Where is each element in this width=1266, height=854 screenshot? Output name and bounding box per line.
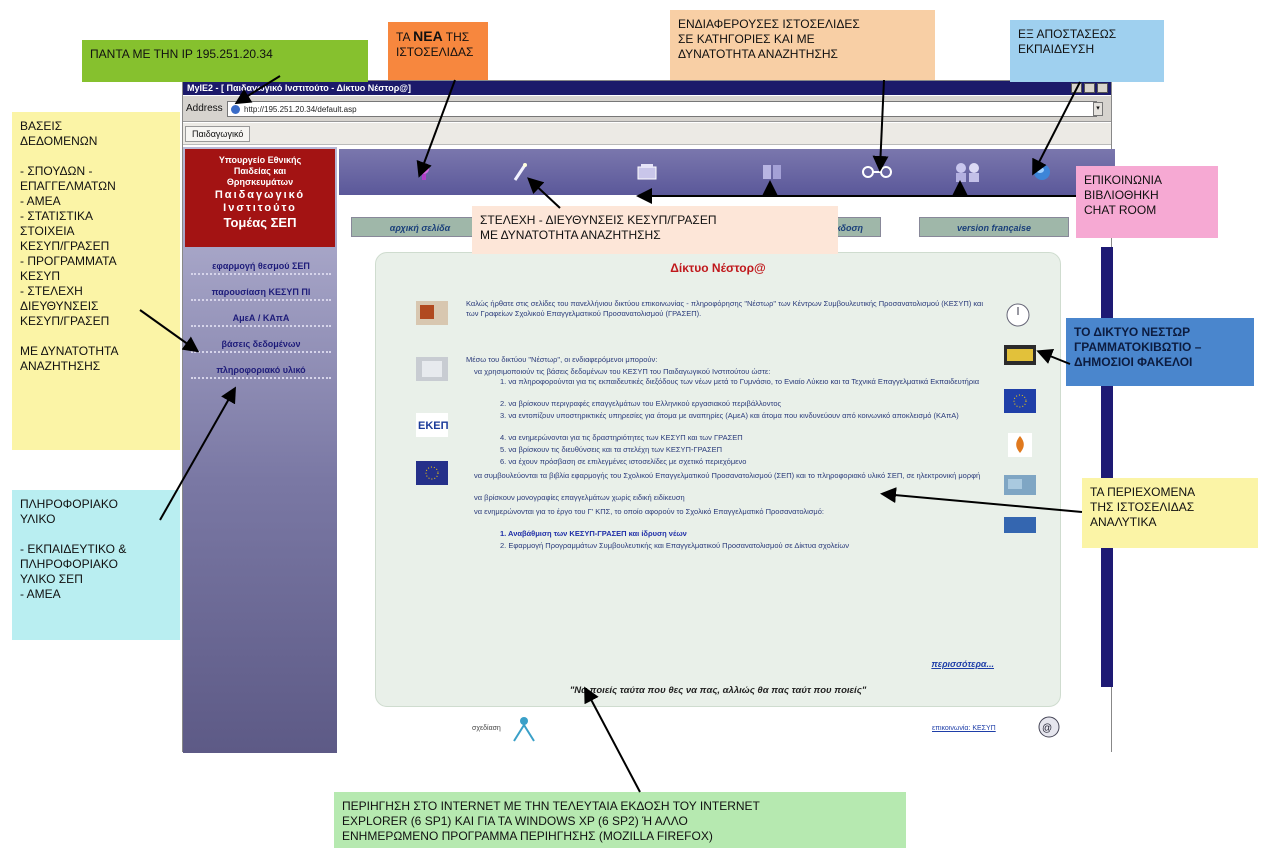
callout-ip: ΠΑΝΤΑ ΜΕ ΤΗΝ IP 195.251.20.34 xyxy=(82,40,368,82)
footer-design-label: σχεδίαση xyxy=(472,725,501,732)
intro-paragraph: Καλώς ήρθατε στις σελίδες του πανελλήνιο… xyxy=(466,299,984,318)
callout-contact: ΕΠΙΚΟΙΝΩΝΙΑ ΒΙΒΛΙΟΘΗΚΗ CHAT ROOM xyxy=(1076,166,1218,238)
window-title: MyIE2 - [ Παιδαγωγικό Ινστιτούτο - Δίκτυ… xyxy=(187,83,412,93)
book-icon[interactable] xyxy=(759,159,785,185)
window-titlebar: MyIE2 - [ Παιδαγωγικό Ινστιτούτο - Δίκτυ… xyxy=(183,81,1111,95)
browser-window: MyIE2 - [ Παιδαγωγικό Ινστιτούτο - Δίκτυ… xyxy=(182,80,1115,753)
callout-distance-text: ΕΞ ΑΠΟΣΤΑΣΕΩΣ ΕΚΠΑΙΔΕΥΣΗ xyxy=(1018,27,1117,56)
url-input[interactable]: http://195.251.20.34/default.asp xyxy=(227,101,1097,117)
top-icon-bar xyxy=(339,149,1115,195)
folder-icon[interactable] xyxy=(634,159,660,185)
callout-ip-text: ΠΑΝΤΑ ΜΕ ΤΗΝ IP 195.251.20.34 xyxy=(90,47,273,61)
close-button[interactable] xyxy=(1097,83,1108,93)
content-title: Δίκτυο Νέστορ@ xyxy=(670,261,766,275)
bullet-1-2: 2. να βρίσκουν περιγραφές επαγγελμάτων τ… xyxy=(500,399,782,408)
callout-staff-text: ΣΤΕΛΕΧΗ - ΔΙΕΥΘΥΝΣΕΙΣ ΚΕΣΥΠ/ΓΡΑΣΕΠ ΜΕ ΔΥ… xyxy=(480,213,717,242)
callout-sites: ΕΝΔΙΑΦΕΡΟΥΣΕΣ ΙΣΤΟΣΕΛΙΔΕΣ ΣΕ ΚΑΤΗΓΟΡΙΕΣ … xyxy=(670,10,935,80)
more-link[interactable]: περισσότερα... xyxy=(931,659,994,669)
nav-item-amea[interactable]: ΑμεΑ / ΚΑπΑ xyxy=(191,309,331,327)
callout-nestor-network: ΤΟ ΔΙΚΤΥΟ ΝΕΣΤΩΡ ΓΡΑΜΜΑΤΟΚΙΒΩΤΙΟ – ΔΗΜΟΣ… xyxy=(1066,318,1254,386)
news-icon[interactable] xyxy=(411,159,437,185)
institute-name: Παιδαγωγικό xyxy=(214,189,306,201)
left-navigation: Υπουργείο Εθνικής Παιδείας και Θρησκευμά… xyxy=(183,147,337,753)
globe-icon[interactable] xyxy=(1029,159,1055,185)
callout-sites-text: ΕΝΔΙΑΦΕΡΟΥΣΕΣ ΙΣΤΟΣΕΛΙΔΕΣ ΣΕ ΚΑΤΗΓΟΡΙΕΣ … xyxy=(678,17,860,61)
email-logo-icon[interactable]: @ xyxy=(1037,715,1061,739)
designer-logo-icon xyxy=(513,717,535,742)
ministry-line-2: Παιδείας και xyxy=(233,166,287,176)
staff-directory-icon[interactable] xyxy=(507,159,533,185)
callout-staff: ΣΤΕΛΕΧΗ - ΔΙΕΥΘΥΝΣΕΙΣ ΚΕΣΥΠ/ΓΡΑΣΕΠ ΜΕ ΔΥ… xyxy=(472,206,838,254)
tab-bar: Παιδαγωγικό xyxy=(183,123,1111,145)
institute-name-2: Ινστιτούτο xyxy=(223,202,297,214)
nav-item-databases[interactable]: βάσεις δεδομένων xyxy=(191,335,331,353)
address-label: Address xyxy=(186,103,223,114)
url-dropdown-button[interactable]: ▾ xyxy=(1093,102,1103,116)
url-text: http://195.251.20.34/default.asp xyxy=(244,105,357,114)
bullet-1: να χρησιμοποιούν τις βάσεις δεδομένων το… xyxy=(474,367,771,376)
screenshot-root: MyIE2 - [ Παιδαγωγικό Ινστιτούτο - Δίκτυ… xyxy=(0,0,1266,854)
bullet-1-3: 3. να εντοπίζουν υποστηρικτικές υπηρεσίε… xyxy=(500,411,959,420)
ministry-banner[interactable]: Υπουργείο Εθνικής Παιδείας και Θρησκευμά… xyxy=(185,149,335,247)
home-page-button[interactable]: αρχική σελίδα xyxy=(351,217,489,237)
svg-text:@: @ xyxy=(1042,723,1052,734)
callout-browsing: ΠΕΡΙΗΓΗΣΗ ΣΤΟ INTERNET ΜΕ ΤΗΝ ΤΕΛΕΥΤΑΙΑ … xyxy=(334,792,906,848)
nav-item-kesyp-presentation[interactable]: παρουσίαση ΚΕΣΥΠ ΠΙ xyxy=(191,283,331,301)
bullet-4-2: 2. Εφαρμογή Προγραμμάτων Συμβουλευτικής … xyxy=(500,541,849,550)
callout-news: ΤΑ ΝΕΑ ΤΗΣ ΙΣΤΟΣΕΛΙΔΑΣ xyxy=(388,22,488,80)
callout-news-bold: ΝΕΑ xyxy=(413,28,443,44)
page-footer: σχεδίαση επικοινωνία: ΚΕΣΥΠ @ xyxy=(337,709,1107,753)
svg-text:ΕΚΕΠ: ΕΚΕΠ xyxy=(418,420,448,432)
callout-nestor-text: ΤΟ ΔΙΚΤΥΟ ΝΕΣΤΩΡ ΓΡΑΜΜΑΤΟΚΙΒΩΤΙΟ – ΔΗΜΟΣ… xyxy=(1074,325,1202,369)
bullet-3: να βρίσκουν μονογραφίες επαγγελμάτων χωρ… xyxy=(474,493,685,502)
bullet-1-6: 6. να έχουν πρόσβαση σε επιλεγμένες ιστο… xyxy=(500,457,747,466)
clock-logo-icon xyxy=(1006,303,1030,327)
ekep-logo-icon: ΕΚΕΠ xyxy=(416,413,448,437)
bullet-4-1-link[interactable]: 1. Αναβάθμιση των ΚΕΣΥΠ-ΓΡΑΣΕΠ και ίδρυσ… xyxy=(500,529,1000,539)
bullet-1-5: 5. να βρίσκουν τις διευθύνσεις και τα στ… xyxy=(500,445,723,454)
left-logo-2-icon xyxy=(416,357,448,381)
ministry-line-1: Υπουργείο Εθνικής xyxy=(218,155,302,165)
map-logo-icon xyxy=(1004,475,1036,495)
maximize-button[interactable] xyxy=(1084,83,1095,93)
link-glasses-icon[interactable] xyxy=(859,159,895,185)
callout-databases: ΒΑΣΕΙΣ ΔΕΔΟΜΕΝΩΝ - ΣΠΟΥΔΩΝ - ΕΠΑΓΓΕΛΜΑΤΩ… xyxy=(12,112,180,450)
ie-page-icon xyxy=(231,105,240,114)
callout-news-pre: ΤΑ xyxy=(396,30,414,44)
flame-logo-icon xyxy=(1008,433,1032,457)
motto-quote: "Να ποιείς ταύτα που θες να πας, αλλιώς … xyxy=(569,685,867,696)
footer-contact-link[interactable]: επικοινωνία: ΚΕΣΥΠ xyxy=(932,725,996,732)
ministry-line-3: Θρησκευμάτων xyxy=(226,177,294,187)
eu-flag-right-icon xyxy=(1004,389,1036,413)
page-scrollbar[interactable] xyxy=(1101,247,1113,687)
address-bar: Address http://195.251.20.34/default.asp… xyxy=(183,96,1111,122)
bullet-2: να συμβουλεύονται τα βιβλία εφαρμογής το… xyxy=(474,471,981,480)
minimize-button[interactable] xyxy=(1071,83,1082,93)
callout-distance: ΕΞ ΑΠΟΣΤΑΣΕΩΣ ΕΚΠΑΙΔΕΥΣΗ xyxy=(1010,20,1164,82)
bullet-4: να ενημερώνονται για το έργο του Γ' ΚΠΣ,… xyxy=(474,507,825,516)
callout-news-text: ΤΑ ΝΕΑ ΤΗΣ ΙΣΤΟΣΕΛΙΔΑΣ xyxy=(396,29,480,60)
callout-contents-text: ΤΑ ΠΕΡΙΕΧΟΜΕΝΑ ΤΗΣ ΙΣΤΟΣΕΛΙΔΑΣ ΑΝΑΛΥΤΙΚΑ xyxy=(1090,485,1196,529)
window-controls xyxy=(1071,83,1108,93)
callout-contact-text: ΕΠΙΚΟΙΝΩΝΙΑ ΒΙΒΛΙΟΘΗΚΗ CHAT ROOM xyxy=(1084,173,1162,217)
sector-name: Τομέας ΣΕΠ xyxy=(223,215,297,230)
callout-databases-text: ΒΑΣΕΙΣ ΔΕΔΟΜΕΝΩΝ - ΣΠΟΥΔΩΝ - ΕΠΑΓΓΕΛΜΑΤΩ… xyxy=(20,119,119,373)
bullet-1-1: 1. να πληροφορούνται για τις εκπαιδευτικ… xyxy=(500,377,980,386)
left-logo-1-icon xyxy=(416,301,448,325)
lead-paragraph: Μέσω του δικτύου "Νέστωρ", οι ενδιαφερόμ… xyxy=(466,355,658,364)
callout-browsing-text: ΠΕΡΙΗΓΗΣΗ ΣΤΟ INTERNET ΜΕ ΤΗΝ ΤΕΛΕΥΤΑΙΑ … xyxy=(342,799,760,843)
eu-flag-left-icon xyxy=(416,461,448,485)
content-panel: Δίκτυο Νέστορ@ ΕΚΕΠ Καλώς ήρθατε στις σε… xyxy=(375,252,1061,707)
french-version-button[interactable]: version française xyxy=(919,217,1069,237)
callout-info-text: ΠΛΗΡΟΦΟΡΙΑΚΟ ΥΛΙΚΟ - ΕΚΠΑΙΔΕΥΤΙΚΟ & ΠΛΗΡ… xyxy=(20,497,127,601)
nav-item-sep-application[interactable]: εφαρμογή θεσμού ΣΕΠ xyxy=(191,257,331,275)
program-logo-icon xyxy=(1004,517,1036,533)
callout-contents: ΤΑ ΠΕΡΙΕΧΟΜΕΝΑ ΤΗΣ ΙΣΤΟΣΕΛΙΔΑΣ ΑΝΑΛΥΤΙΚΑ xyxy=(1082,478,1258,548)
nestor-mailbox-icon[interactable] xyxy=(1004,345,1036,369)
bullet-1-4: 4. να ενημερώνονται για τις δραστηριότητ… xyxy=(500,433,743,442)
callout-info-material: ΠΛΗΡΟΦΟΡΙΑΚΟ ΥΛΙΚΟ - ΕΚΠΑΙΔΕΥΤΙΚΟ & ΠΛΗΡ… xyxy=(12,490,180,640)
browser-tab[interactable]: Παιδαγωγικό xyxy=(185,126,251,142)
people-contact-icon[interactable] xyxy=(951,159,985,185)
nav-item-info-material[interactable]: πληροφοριακό υλικό xyxy=(191,361,331,379)
